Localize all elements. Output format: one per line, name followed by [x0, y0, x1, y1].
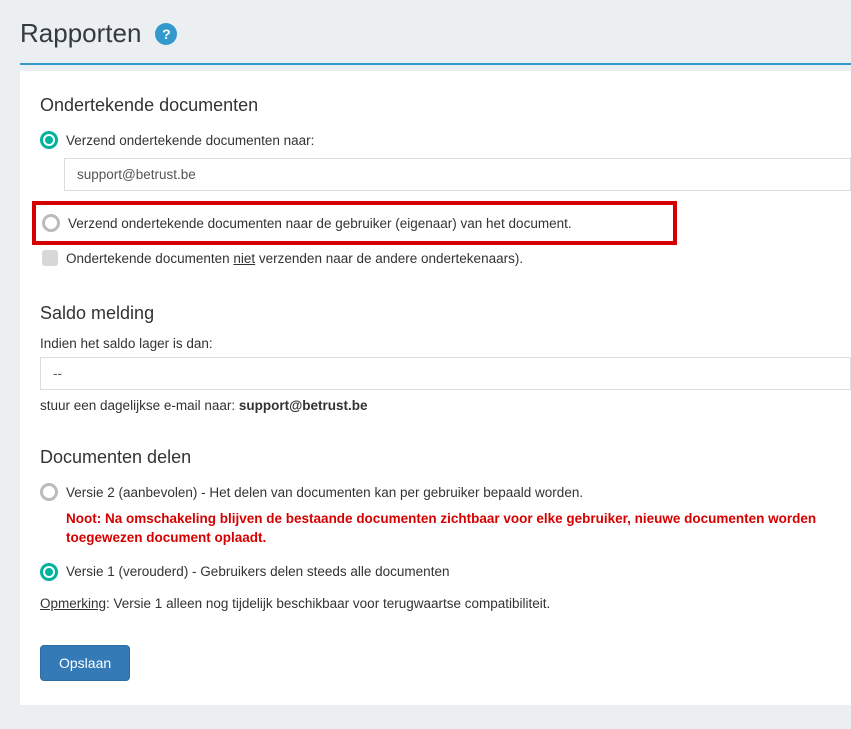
highlighted-option: Verzend ondertekende documenten naar de … [32, 201, 677, 245]
sharing-section: Documenten delen Versie 2 (aanbevolen) -… [40, 447, 851, 611]
page-title: Rapporten [20, 18, 141, 49]
radio-send-to-owner-label: Verzend ondertekende documenten naar de … [68, 216, 572, 231]
balance-threshold-label: Indien het saldo lager is dan: [40, 336, 851, 351]
title-divider [20, 63, 851, 65]
checkbox-dont-send-others[interactable] [42, 250, 58, 266]
radio-version-2[interactable] [40, 483, 58, 501]
sharing-note: Noot: Na omschakeling blijven de bestaan… [66, 510, 851, 548]
balance-heading: Saldo melding [40, 303, 851, 324]
radio-send-to-email[interactable] [40, 131, 58, 149]
help-icon[interactable]: ? [155, 23, 177, 45]
checkbox-dont-send-others-label: Ondertekende documenten niet verzenden n… [66, 251, 523, 266]
radio-version-2-label: Versie 2 (aanbevolen) - Het delen van do… [66, 485, 583, 500]
radio-send-to-email-label: Verzend ondertekende documenten naar: [66, 133, 314, 148]
sharing-heading: Documenten delen [40, 447, 851, 468]
signed-docs-email-input[interactable] [64, 158, 851, 191]
radio-send-to-owner[interactable] [42, 214, 60, 232]
save-button[interactable]: Opslaan [40, 645, 130, 681]
balance-hint: stuur een dagelijkse e-mail naar: suppor… [40, 398, 851, 413]
signed-documents-section: Ondertekende documenten Verzend ondertek… [40, 95, 851, 269]
balance-section: Saldo melding Indien het saldo lager is … [40, 303, 851, 413]
radio-version-1-label: Versie 1 (verouderd) - Gebruikers delen … [66, 564, 449, 579]
sharing-remark: Opmerking: Versie 1 alleen nog tijdelijk… [40, 596, 851, 611]
radio-version-1[interactable] [40, 563, 58, 581]
signed-documents-heading: Ondertekende documenten [40, 95, 851, 116]
balance-threshold-select[interactable]: -- [40, 357, 851, 390]
